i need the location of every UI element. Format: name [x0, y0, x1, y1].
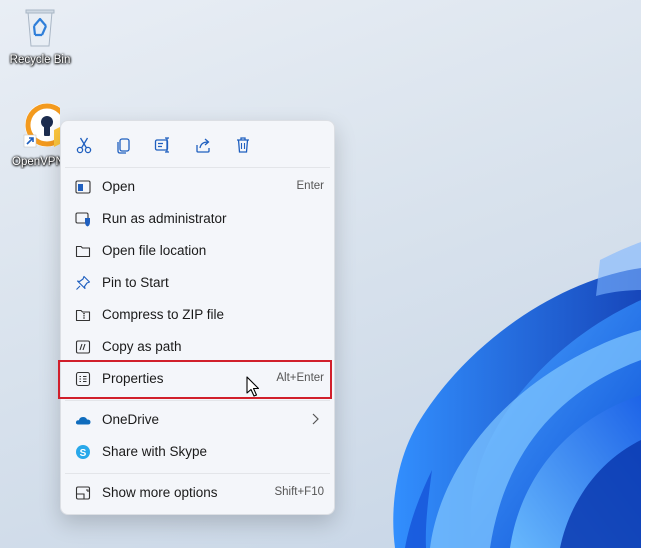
context-menu: Open Enter Run as administrator Open fil… [60, 120, 335, 515]
menu-item-label: Open file location [102, 243, 207, 258]
menu-item-shortcut: Shift+F10 [274, 486, 324, 498]
menu-item-label: Pin to Start [102, 275, 169, 290]
delete-button[interactable] [231, 133, 255, 157]
screen-edge [641, 0, 648, 548]
menu-separator [65, 400, 330, 401]
svg-text:S: S [80, 448, 87, 459]
menu-item-open[interactable]: Open Enter [61, 171, 334, 203]
menu-item-label: Copy as path [102, 339, 182, 354]
menu-item-show-more-options[interactable]: Show more options Shift+F10 [61, 477, 334, 509]
share-icon [196, 138, 210, 153]
chevron-right-icon [312, 413, 319, 425]
skype-icon: S [76, 445, 90, 459]
menu-item-label: Compress to ZIP file [102, 307, 225, 322]
open-window-icon [75, 180, 91, 194]
folder-icon [75, 245, 91, 258]
desktop-icon-recycle-bin[interactable]: Recycle Bin [2, 4, 78, 67]
menu-item-label: Show more options [102, 485, 218, 500]
menu-item-pin-to-start[interactable]: Pin to Start [61, 267, 334, 299]
menu-item-label: Run as administrator [102, 211, 227, 226]
menu-item-share-with-skype[interactable]: S Share with Skype [61, 436, 334, 468]
cut-button[interactable] [72, 133, 96, 157]
openvpn-icon [23, 103, 69, 148]
menu-item-label: Open [102, 179, 136, 194]
rename-icon [154, 137, 169, 153]
desktop-icon-label: Recycle Bin [9, 54, 71, 66]
properties-highlight-box [58, 360, 332, 399]
copy-icon [117, 138, 130, 154]
trash-icon [237, 137, 249, 153]
more-options-icon [75, 486, 91, 500]
menu-item-compress-to-zip[interactable]: Compress to ZIP file [61, 299, 334, 331]
pin-icon [76, 275, 91, 290]
copy-path-icon [75, 340, 91, 354]
menu-item-label: OneDrive [102, 412, 160, 427]
mouse-cursor-icon [246, 376, 260, 397]
shield-icon [75, 212, 90, 227]
menu-separator [65, 473, 330, 474]
menu-item-shortcut: Enter [296, 180, 325, 192]
menu-item-label: Share with Skype [102, 444, 208, 459]
share-button[interactable] [191, 133, 215, 157]
rename-button[interactable] [151, 133, 175, 157]
onedrive-cloud-icon [75, 417, 91, 425]
scissors-icon [76, 137, 92, 154]
menu-item-copy-as-path[interactable]: Copy as path [61, 331, 334, 363]
menu-item-run-as-administrator[interactable]: Run as administrator [61, 203, 334, 235]
context-menu-toolbar [61, 121, 334, 167]
menu-item-open-file-location[interactable]: Open file location [61, 235, 334, 267]
recycle-bin-icon [25, 9, 55, 47]
copy-button[interactable] [112, 133, 136, 157]
zip-folder-icon [75, 309, 91, 322]
menu-item-onedrive[interactable]: OneDrive [61, 404, 334, 436]
menu-separator [65, 167, 330, 168]
